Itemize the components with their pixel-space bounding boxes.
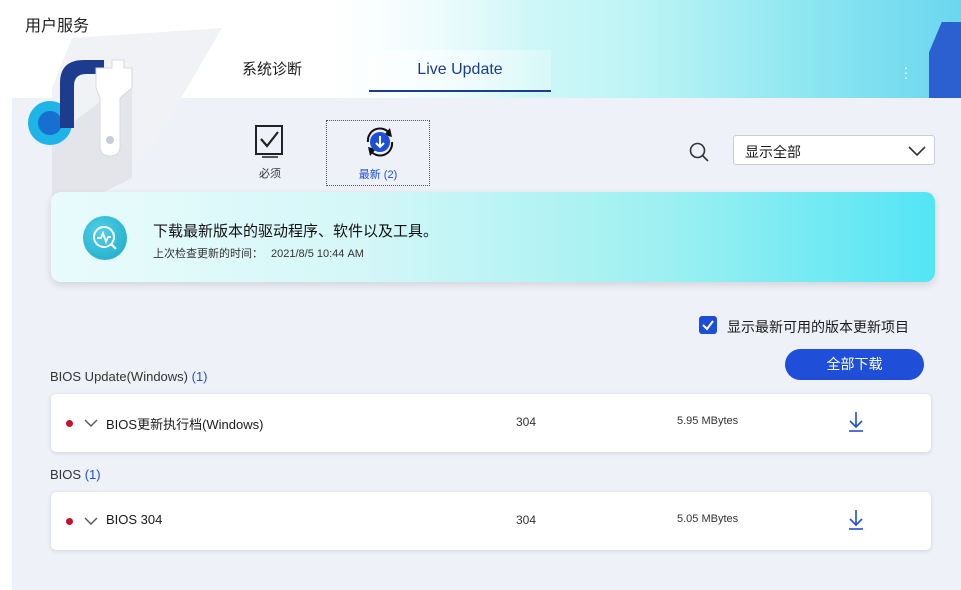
update-size: 5.05 MBytes bbox=[677, 513, 739, 525]
chevron-down-icon[interactable] bbox=[84, 417, 98, 429]
filter-dropdown-value: 显示全部 bbox=[745, 144, 801, 160]
section-count: (1) bbox=[84, 467, 101, 482]
section-title: BIOS Update(Windows) (1) bbox=[50, 369, 208, 384]
search-icon[interactable] bbox=[688, 141, 710, 163]
update-row: BIOS更新执行档(Windows) 304 5.95 MBytes bbox=[51, 394, 931, 452]
refresh-download-icon bbox=[366, 127, 394, 157]
show-latest-checkbox[interactable] bbox=[699, 316, 717, 334]
category-required-label: 必须 bbox=[259, 168, 281, 180]
update-name: BIOS更新执行档(Windows) bbox=[106, 417, 264, 432]
category-latest-label: 最新 (2) bbox=[358, 169, 398, 181]
download-icon[interactable] bbox=[848, 509, 864, 531]
section-title: BIOS (1) bbox=[50, 467, 101, 482]
app-title: 用户服务 bbox=[25, 18, 90, 35]
download-all-button[interactable]: 全部下载 bbox=[785, 349, 924, 380]
banner-title: 下载最新版本的驱动程序、软件以及工具。 bbox=[153, 223, 439, 240]
chevron-down-icon bbox=[908, 146, 926, 157]
update-version: 304 bbox=[516, 513, 537, 527]
last-check-label: 上次检查更新的时间： bbox=[153, 248, 263, 260]
category-required[interactable]: 必须 bbox=[218, 120, 322, 186]
status-dot bbox=[66, 518, 73, 525]
section-count: (1) bbox=[191, 369, 208, 384]
update-name: BIOS 304 bbox=[106, 512, 163, 527]
download-icon[interactable] bbox=[848, 411, 864, 433]
tab-live-update[interactable]: Live Update bbox=[369, 50, 551, 92]
update-row: BIOS 304 304 5.05 MBytes bbox=[51, 492, 931, 550]
last-check-text: 上次检查更新的时间： 2021/8/5 10:44 AM bbox=[153, 245, 364, 261]
app-window: 用户服务 系统诊断 Live Update · · · 必须 最新 (2) 显示全部 bbox=[12, 0, 961, 590]
section-name: BIOS Update(Windows) bbox=[50, 369, 188, 384]
category-latest[interactable]: 最新 (2) bbox=[326, 120, 430, 186]
update-version: 304 bbox=[516, 415, 537, 429]
checkmark-icon bbox=[702, 320, 714, 331]
info-banner: 下载最新版本的驱动程序、软件以及工具。 上次检查更新的时间： 2021/8/5 1… bbox=[51, 192, 935, 282]
update-size: 5.95 MBytes bbox=[677, 415, 739, 427]
section-name: BIOS bbox=[50, 467, 82, 482]
tab-system-diagnosis[interactable]: 系统诊断 bbox=[197, 50, 347, 90]
filter-dropdown[interactable]: 显示全部 bbox=[733, 135, 935, 165]
diagnostic-icon bbox=[83, 216, 127, 260]
status-dot bbox=[66, 420, 73, 427]
chevron-down-icon[interactable] bbox=[84, 515, 98, 527]
checkbox-doc-icon bbox=[255, 125, 283, 158]
show-latest-label: 显示最新可用的版本更新项目 bbox=[727, 319, 909, 335]
more-menu-icon[interactable]: · · · bbox=[902, 60, 910, 84]
last-check-time: 2021/8/5 10:44 AM bbox=[271, 248, 364, 260]
